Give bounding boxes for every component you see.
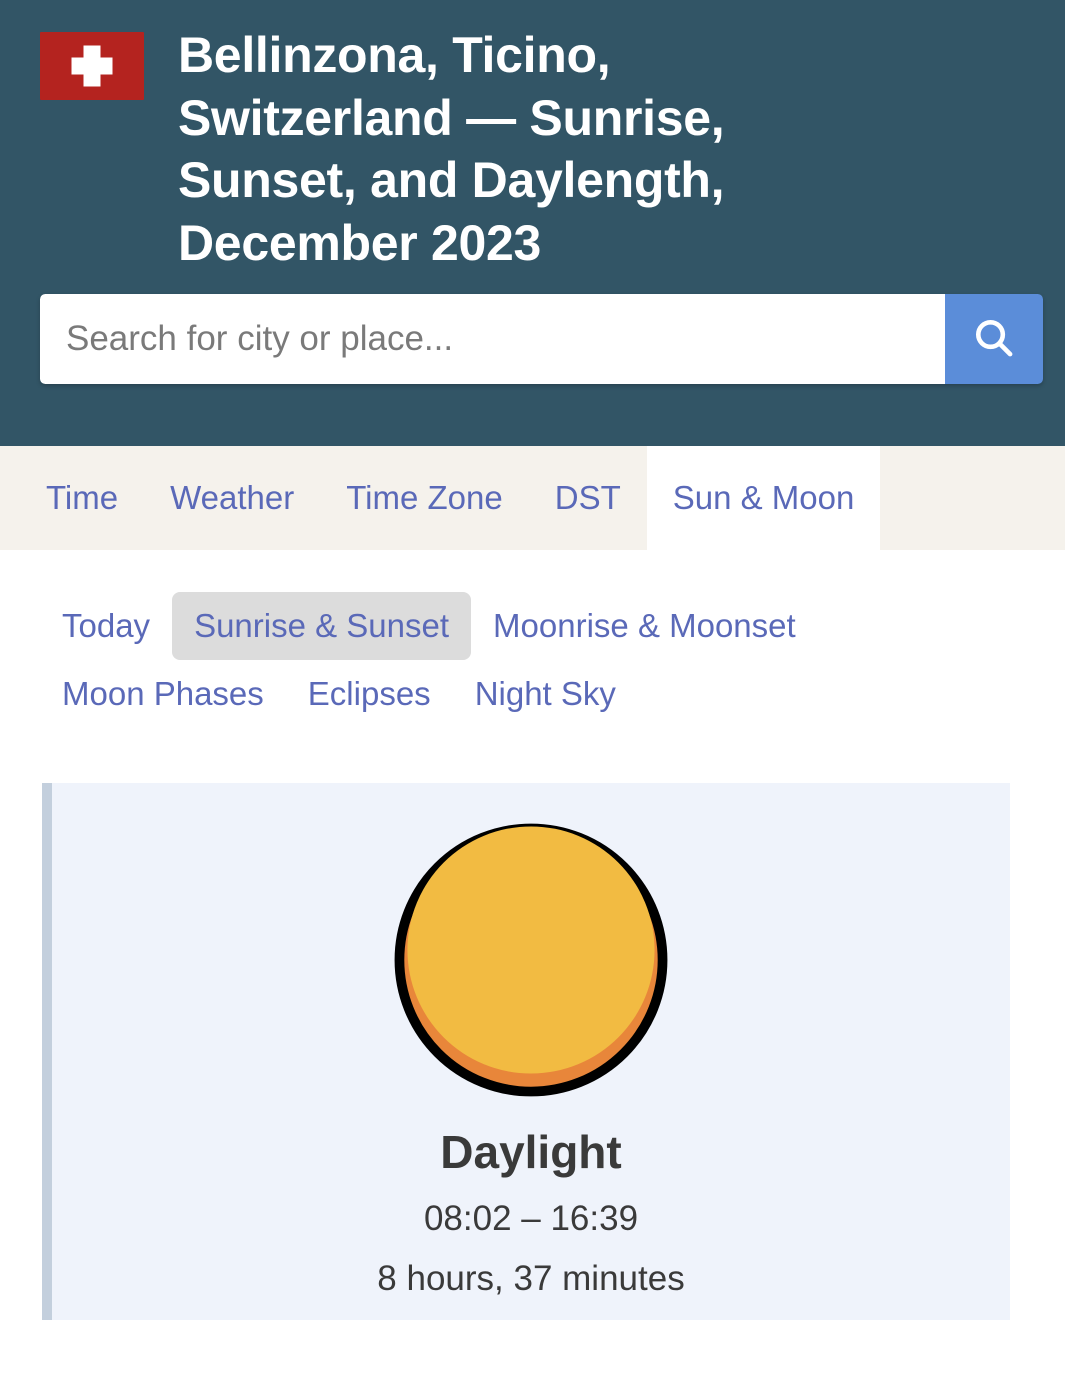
secondary-nav: Today Sunrise & Sunset Moonrise & Moonse… — [0, 550, 1020, 727]
flag-cross-horizontal — [71, 57, 113, 75]
subnav-item-sunrise-sunset[interactable]: Sunrise & Sunset — [172, 592, 472, 660]
daylight-card: Daylight 08:02 – 16:39 8 hours, 37 minut… — [42, 783, 1010, 1321]
title-row: Bellinzona, Ticino, Switzerland — Sunris… — [40, 24, 1025, 274]
subnav-item-moonrise-moonset[interactable]: Moonrise & Moonset — [471, 592, 818, 660]
tab-dst[interactable]: DST — [529, 446, 647, 550]
daylight-range: 08:02 – 16:39 — [423, 1198, 639, 1238]
tab-weather[interactable]: Weather — [144, 446, 320, 550]
search-icon — [971, 315, 1017, 364]
daylight-length: 8 hours, 37 minutes — [377, 1259, 685, 1299]
search-bar — [40, 294, 1043, 384]
subnav-item-eclipses[interactable]: Eclipses — [286, 660, 453, 728]
search-button[interactable] — [945, 294, 1043, 384]
swiss-flag-icon — [40, 32, 144, 100]
daylight-title: Daylight — [440, 1126, 622, 1179]
page-header: Bellinzona, Ticino, Switzerland — Sunris… — [0, 0, 1065, 446]
tab-time-zone[interactable]: Time Zone — [320, 446, 529, 550]
tab-sun-and-moon[interactable]: Sun & Moon — [646, 446, 881, 550]
secondary-nav-row-1: Today Sunrise & Sunset Moonrise & Moonse… — [40, 592, 980, 660]
search-input[interactable] — [40, 294, 945, 384]
tab-time[interactable]: Time — [20, 446, 144, 550]
primary-tab-bar: Time Weather Time Zone DST Sun & Moon — [0, 446, 1065, 550]
secondary-nav-row-2: Moon Phases Eclipses Night Sky — [40, 660, 980, 728]
subnav-item-moon-phases[interactable]: Moon Phases — [40, 660, 286, 728]
tab-bar-filler — [880, 446, 1065, 550]
subnav-item-today[interactable]: Today — [40, 592, 172, 660]
subnav-item-night-sky[interactable]: Night Sky — [453, 660, 638, 728]
sun-icon — [52, 817, 1010, 1103]
page-title: Bellinzona, Ticino, Switzerland — Sunris… — [178, 27, 725, 271]
